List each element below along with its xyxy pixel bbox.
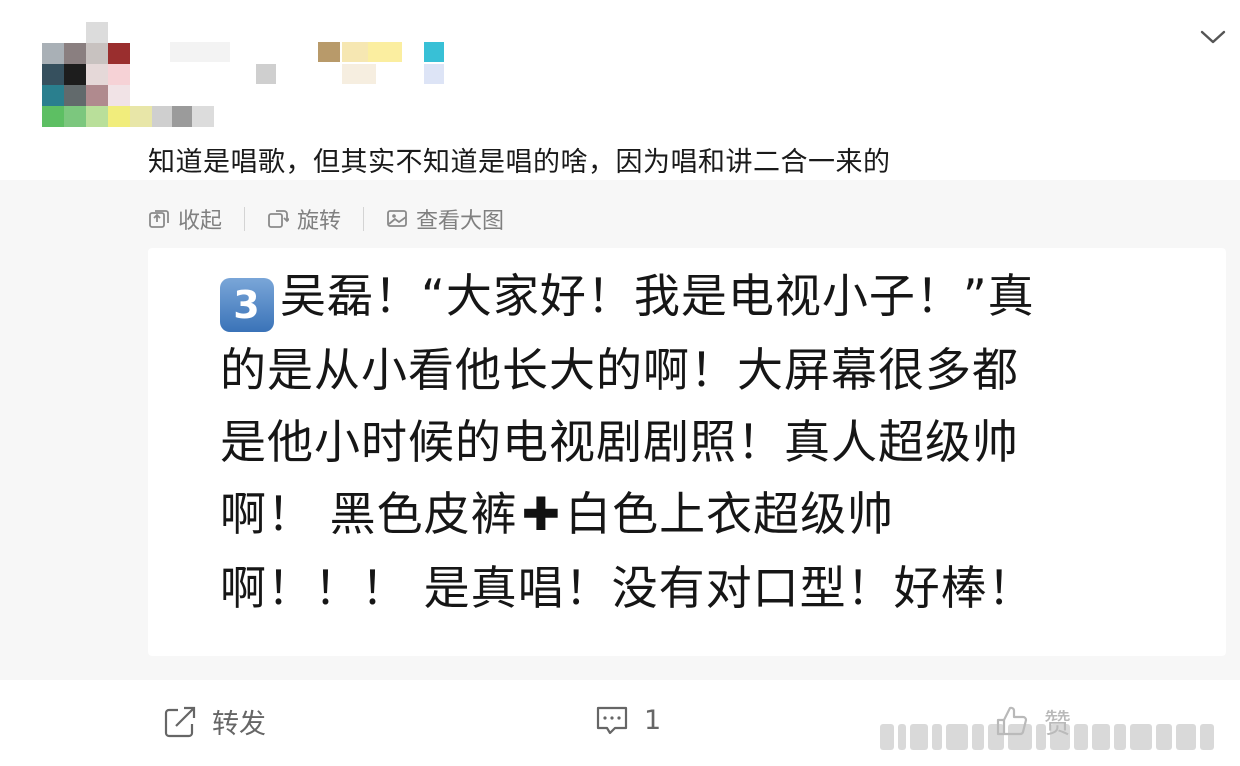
rotate-label: 旋转 [297,209,342,234]
rotate-icon [268,210,290,228]
image-text-line-1: 吴磊！“大家好！我是电视小子！”真 [280,269,1035,323]
post-image[interactable]: 3 吴磊！“大家好！我是电视小子！”真 的是从小看他长大的啊！大屏幕很多都 是他小… [148,248,1226,656]
chevron-down-icon[interactable] [1198,24,1228,48]
collapse-icon [149,210,169,228]
collapse-label: 收起 [178,209,223,234]
post-footer: 转发 1 赞 [0,680,1240,766]
plus-icon: ✚ [521,487,562,541]
divider [363,207,365,231]
image-text-line-4b: 白色上衣超级帅 [565,487,895,541]
rotate-button[interactable]: 旋转 [267,203,341,235]
image-text-line-3: 是他小时候的电视剧剧照！真人超级帅 [220,415,1019,469]
comment-count: 1 [644,704,662,736]
image-text-line-5: 啊！！！ 是真唱！没有对口型！好棒！ [220,561,1035,615]
repost-label: 转发 [212,709,266,740]
media-panel: 收起 旋转 查看大图 3 吴磊！“大家好！我是电视小子！”真 的是从小看他长大的啊… [0,180,1240,680]
post-header [0,0,1240,140]
image-text-line-4a: 啊！ 黑色皮裤 [220,487,518,541]
repost-button[interactable]: 转发 [162,702,266,741]
comment-button[interactable]: 1 [594,702,661,738]
post-text: 知道是唱歌，但其实不知道是唱的啥，因为唱和讲二合一来的 [148,147,891,178]
media-toolbar: 收起 旋转 查看大图 [148,204,504,234]
repost-icon [164,706,196,737]
view-large-label: 查看大图 [416,209,505,234]
image-text-line: 啊！ 黑色皮裤✚白色上衣超级帅 [220,478,894,544]
username-blurred[interactable] [170,40,460,90]
keycap-3-icon: 3 [220,278,274,332]
image-icon [387,210,407,227]
image-text-line-2: 的是从小看他长大的啊！大屏幕很多都 [220,343,1019,397]
view-large-button[interactable]: 查看大图 [386,203,504,235]
collapse-button[interactable]: 收起 [148,203,222,235]
watermark [880,720,1225,754]
comment-icon [596,706,628,735]
image-text-line: 3 吴磊！“大家好！我是电视小子！”真 [220,260,1035,332]
divider [244,207,246,231]
